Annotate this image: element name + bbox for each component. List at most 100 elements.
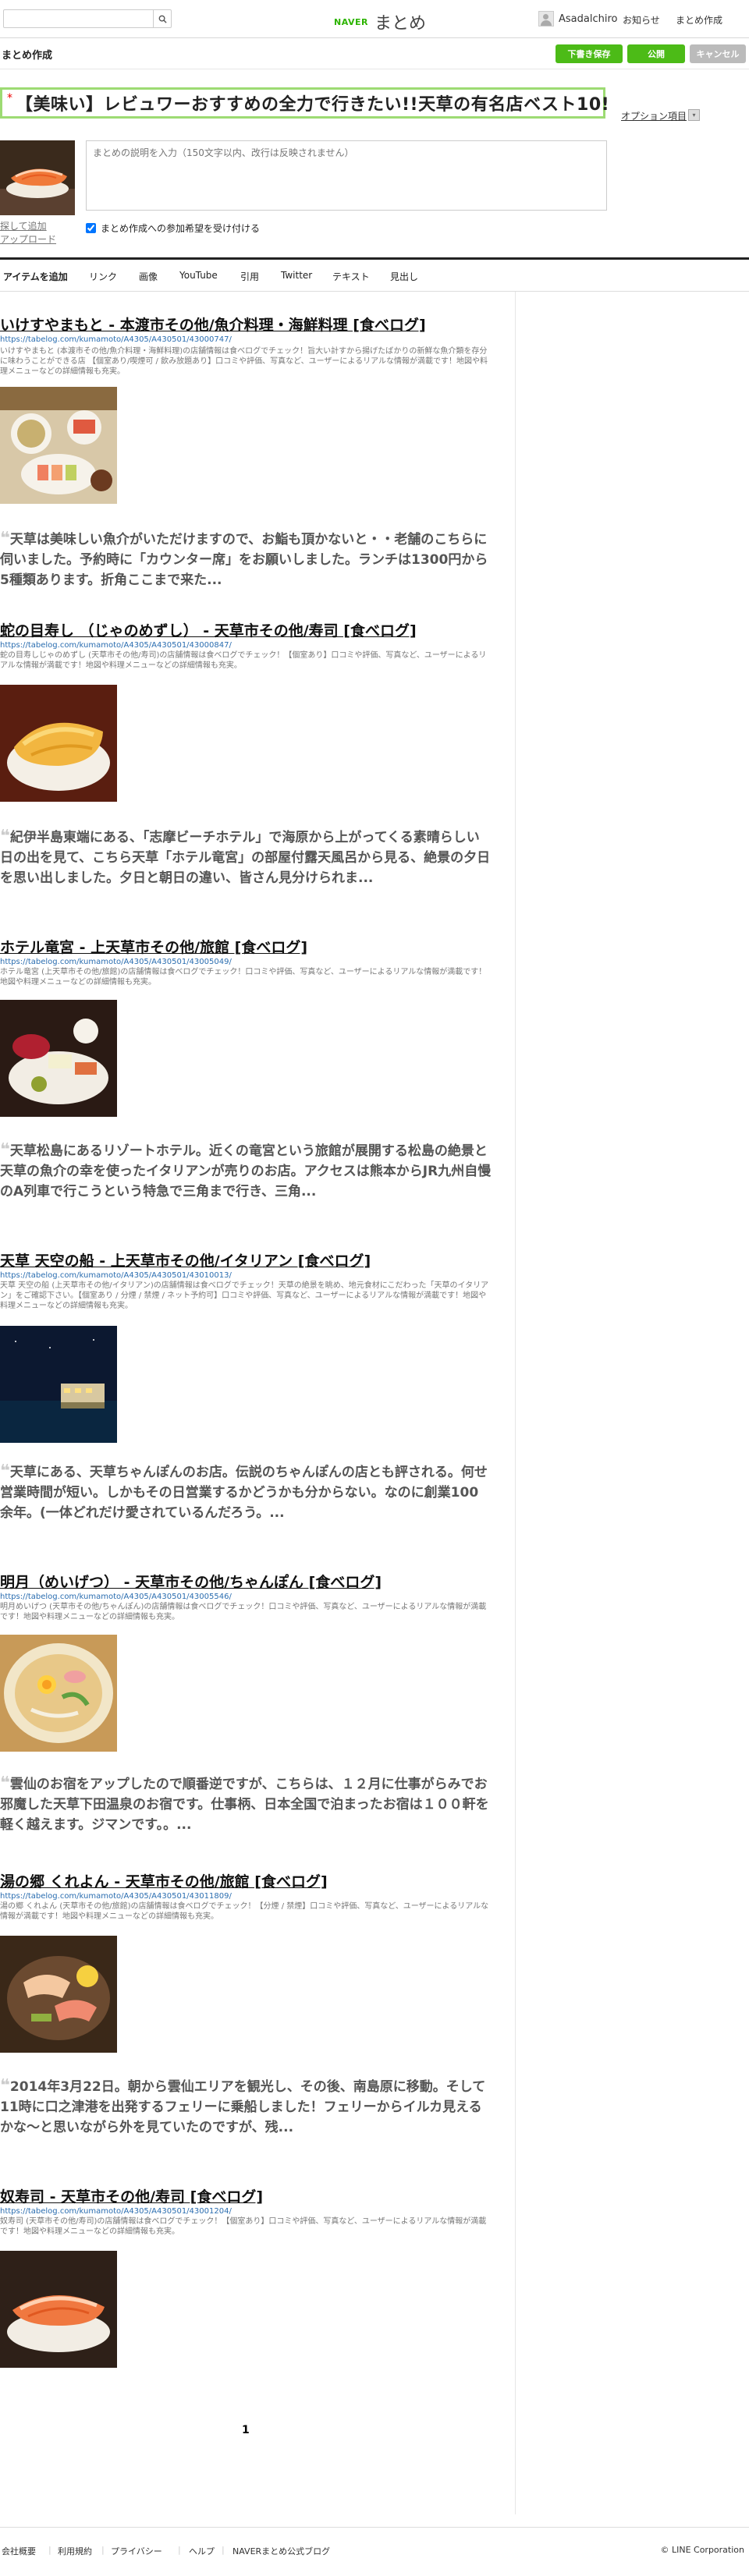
participation-checkbox[interactable] xyxy=(86,223,96,233)
quote-block: ❝天草松島にあるリゾートホテル。近くの竜宮という旅館が展開する松島の絶景と天草の… xyxy=(0,1140,492,1202)
quote-block: ❝雲仙のお宿をアップしたので順番逆ですが、こちらは、１２月に仕事がらみでお邪魔し… xyxy=(0,1773,492,1835)
sushi-image xyxy=(0,685,117,802)
item-toolbar: アイテムを追加 リンク 画像 YouTube 引用 Twitter テキスト 見… xyxy=(0,257,749,292)
link-description: 湯の郷 くれよん (天草市その他/旅館)の店舗情報は食べログでチェック！【分煙 … xyxy=(0,1902,489,1921)
brand-naver: NAVER xyxy=(334,16,368,27)
editor-header: まとめ作成 下書き保存 公開 キャンセル xyxy=(0,37,749,69)
link-image[interactable] xyxy=(0,2251,117,2368)
pagination-current[interactable]: 1 xyxy=(242,2424,250,2436)
toolbar-twitter[interactable]: Twitter xyxy=(281,270,312,281)
participation-label: まとめ作成への参加希望を受け付ける xyxy=(101,223,261,234)
footer-company-link[interactable]: 会社概要 xyxy=(2,2545,36,2557)
search-box xyxy=(3,9,172,28)
link-url[interactable]: https://tabelog.com/kumamoto/A4305/A4305… xyxy=(0,1892,232,1901)
link-image[interactable] xyxy=(0,1936,117,2053)
required-mark: * xyxy=(7,92,12,105)
footer-separator: | xyxy=(178,2545,181,2555)
quote-icon: ❝ xyxy=(0,1462,10,1481)
copyright: © LINE Corporation xyxy=(660,2545,744,2555)
quote-block: ❝天草は美味しい魚介がいただけますので、お鮨も頂かないと・・老舗のこちらに伺いま… xyxy=(0,529,492,590)
link-title[interactable]: 奴寿司 - 天草市その他/寿司 [食べログ] xyxy=(0,2185,263,2206)
link-image[interactable] xyxy=(0,1326,117,1443)
quote-icon: ❝ xyxy=(0,1140,10,1160)
search-button[interactable] xyxy=(153,10,171,27)
brand-logo[interactable]: NAVER まとめ xyxy=(334,9,426,34)
link-image[interactable] xyxy=(0,1000,117,1117)
save-draft-button[interactable]: 下書き保存 xyxy=(556,44,623,63)
footer-blog-link[interactable]: NAVERまとめ公式ブログ xyxy=(233,2545,330,2557)
link-url[interactable]: https://tabelog.com/kumamoto/A4305/A4305… xyxy=(0,1593,232,1601)
link-url[interactable]: https://tabelog.com/kumamoto/A4305/A4305… xyxy=(0,2207,232,2216)
search-input[interactable] xyxy=(4,11,154,27)
link-image[interactable] xyxy=(0,1635,117,1752)
toolbar-text[interactable]: テキスト xyxy=(332,270,370,283)
participation-option[interactable]: まとめ作成への参加希望を受け付ける xyxy=(86,221,260,235)
quote-icon: ❝ xyxy=(0,529,10,548)
option-toggle-icon[interactable]: ▾ xyxy=(688,109,700,121)
hotel-dish-image xyxy=(0,1000,117,1117)
link-description: 奴寿司 (天草市その他/寿司)の店舗情報は食べログでチェック！【個室あり】口コミ… xyxy=(0,2217,487,2236)
search-icon xyxy=(158,15,167,23)
link-title[interactable]: 天草 天空の船 - 上天草市その他/イタリアン [食べログ] xyxy=(0,1249,371,1270)
quote-text: 2014年3月22日。朝から雲仙エリアを観光し、その後、南島原に移動。そして11… xyxy=(0,2079,486,2135)
publish-button[interactable]: 公開 xyxy=(627,44,685,63)
link-image[interactable] xyxy=(0,387,117,504)
description-field[interactable] xyxy=(86,140,607,211)
footer-privacy-link[interactable]: プライバシー xyxy=(111,2545,162,2557)
avatar xyxy=(538,11,554,27)
cover-thumbnail[interactable] xyxy=(0,140,75,215)
cancel-button[interactable]: キャンセル xyxy=(690,44,746,63)
link-url[interactable]: https://tabelog.com/kumamoto/A4305/A4305… xyxy=(0,335,232,344)
link-description: ホテル竜宮 (上天草市その他/旅館)の店舗情報は食べログでチェック！口コミや評価… xyxy=(0,968,487,987)
shrimp-sushi-image xyxy=(0,140,75,215)
quote-block: ❝2014年3月22日。朝から雲仙エリアを観光し、その後、南島原に移動。そして1… xyxy=(0,2076,492,2138)
quote-text: 天草松島にあるリゾートホテル。近くの竜宮という旅館が展開する松島の絶景と天草の魚… xyxy=(0,1143,492,1199)
quote-text: 雲仙のお宿をアップしたので順番逆ですが、こちらは、１２月に仕事がらみでお邪魔した… xyxy=(0,1777,489,1833)
upload-link[interactable]: アップロード xyxy=(0,233,56,246)
title-text: 【美味い】レビュワーおすすめの全力で行きたい!!天草の有名店ベスト10! xyxy=(16,95,610,115)
link-description: 蛇の目寿しじゃのめずし (天草市その他/寿司)の店舗情報は食べログでチェック！【… xyxy=(0,651,487,670)
link-url[interactable]: https://tabelog.com/kumamoto/A4305/A4305… xyxy=(0,1271,232,1280)
quote-text: 紀伊半島東端にある、「志摩ビーチホテル」で海原から上がってくる素晴らしい日の出を… xyxy=(0,830,491,886)
toolbar-add-item[interactable]: アイテムを追加 xyxy=(3,270,68,283)
quote-icon: ❝ xyxy=(0,1773,10,1793)
user-menu[interactable]: Asadalchiro xyxy=(538,11,617,27)
matome-items: いけすやまもと - 本渡市その他/魚介料理・海鮮料理 [食べログ] https:… xyxy=(0,292,516,2514)
link-title[interactable]: 明月（めいげつ） - 天草市その他/ちゃんぽん [食べログ] xyxy=(0,1571,382,1592)
quote-icon: ❝ xyxy=(0,2076,10,2096)
footer-separator: | xyxy=(222,2545,225,2555)
thumb-links: 探して追加 アップロード xyxy=(0,220,56,246)
footer-separator: | xyxy=(101,2545,105,2555)
footer-terms-link[interactable]: 利用規約 xyxy=(58,2545,92,2557)
nav-notifications[interactable]: お知らせ xyxy=(623,13,660,27)
page-title: まとめ作成 xyxy=(2,50,53,62)
chanpon-image xyxy=(0,1635,117,1752)
top-bar: NAVER まとめ Asadalchiro お知らせ まとめ作成 xyxy=(0,0,749,38)
link-url[interactable]: https://tabelog.com/kumamoto/A4305/A4305… xyxy=(0,958,232,966)
quote-block: ❝天草にある、天草ちゃんぽんのお店。伝説のちゃんぽんの店とも評される。何せ営業時… xyxy=(0,1462,492,1523)
quote-text: 天草は美味しい魚介がいただけますので、お鮨も頂かないと・・老舗のこちらに伺いまし… xyxy=(0,532,488,588)
toolbar-youtube[interactable]: YouTube xyxy=(179,270,218,281)
footer-help-link[interactable]: ヘルプ xyxy=(189,2545,215,2557)
title-field[interactable]: * 【美味い】レビュワーおすすめの全力で行きたい!!天草の有名店ベスト10! xyxy=(0,87,609,119)
option-items-link[interactable]: オプション項目 xyxy=(621,109,687,122)
toolbar-quote[interactable]: 引用 xyxy=(240,270,259,283)
link-title[interactable]: ホテル竜宮 - 上天草市その他/旅館 [食べログ] xyxy=(0,936,307,957)
night-view-image xyxy=(0,1326,117,1443)
toolbar-heading[interactable]: 見出し xyxy=(390,270,418,283)
toolbar-link[interactable]: リンク xyxy=(89,270,117,283)
quote-block: ❝紀伊半島東端にある、「志摩ビーチホテル」で海原から上がってくる素晴らしい日の出… xyxy=(0,827,492,888)
footer-separator: | xyxy=(48,2545,51,2555)
link-description: 明月めいげつ (天草市その他/ちゃんぽん)の店舗情報は食べログでチェック！口コミ… xyxy=(0,1603,487,1621)
link-title[interactable]: いけすやまもと - 本渡市その他/魚介料理・海鮮料理 [食べログ] xyxy=(0,314,426,335)
link-title[interactable]: 湯の郷 くれよん - 天草市その他/旅館 [食べログ] xyxy=(0,1870,328,1891)
nav-create-matome[interactable]: まとめ作成 xyxy=(676,13,722,27)
link-title[interactable]: 蛇の目寿し （じゃのめずし） - 天草市その他/寿司 [食べログ] xyxy=(0,619,417,640)
find-add-link[interactable]: 探して追加 xyxy=(0,220,56,233)
sashimi-image xyxy=(0,1936,117,2053)
link-url[interactable]: https://tabelog.com/kumamoto/A4305/A4305… xyxy=(0,641,232,650)
link-image[interactable] xyxy=(0,685,117,802)
shrimp-sushi-image xyxy=(0,2251,117,2368)
toolbar-image[interactable]: 画像 xyxy=(139,270,158,283)
brand-matome: まとめ xyxy=(374,14,426,34)
